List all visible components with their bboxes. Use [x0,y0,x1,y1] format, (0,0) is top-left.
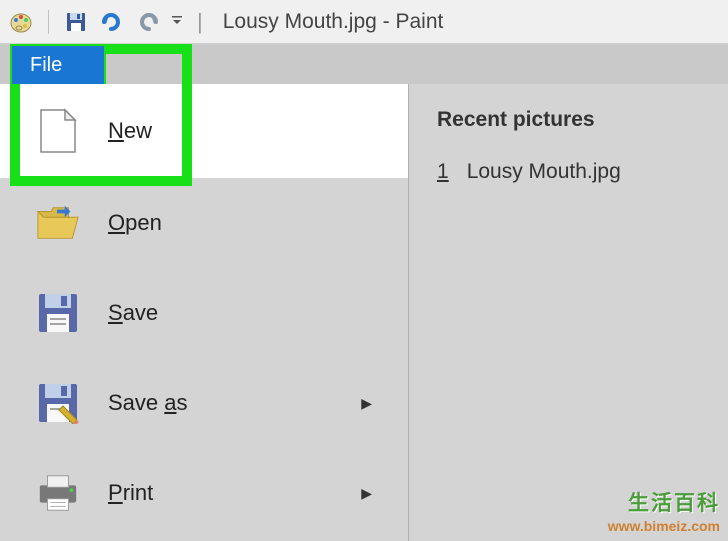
menu-item-saveas[interactable]: Save as ▶ [0,358,408,448]
undo-icon[interactable] [99,9,125,35]
recent-pictures-panel: Recent pictures 1 Lousy Mouth.jpg [408,84,728,541]
watermark-cn: 生活百科 [608,490,720,517]
menu-item-new-label: New [108,118,152,144]
save-icon[interactable] [63,9,89,35]
recent-pictures-title: Recent pictures [437,108,700,132]
menu-item-save[interactable]: Save [0,268,408,358]
file-menu: New Open [0,84,728,541]
open-folder-icon [36,201,80,245]
recent-item-name: Lousy Mouth.jpg [467,160,621,184]
submenu-arrow-icon: ▶ [361,395,372,412]
qat-dropdown-icon[interactable] [171,14,183,29]
menu-item-open[interactable]: Open [0,178,408,268]
menu-item-print[interactable]: Print ▶ [0,448,408,538]
submenu-arrow-icon: ▶ [361,485,372,502]
print-icon [36,471,80,515]
file-menu-items: New Open [0,84,408,541]
separator [48,10,49,34]
menu-item-saveas-label: Save as [108,390,188,416]
file-tab-label: File [30,54,62,77]
titlebar: | Lousy Mouth.jpg - Paint [0,0,728,44]
watermark: 生活百科 www.bimeiz.com [608,490,720,535]
recent-item-number: 1 [437,160,449,184]
app-icon [8,9,34,35]
redo-icon[interactable] [135,9,161,35]
menu-item-open-label: Open [108,210,162,236]
menu-item-save-label: Save [108,300,158,326]
title-divider: | [197,9,203,35]
file-tab[interactable]: File [10,44,106,84]
window-title: Lousy Mouth.jpg - Paint [223,10,444,34]
watermark-url: www.bimeiz.com [608,517,720,535]
saveas-disk-icon [36,381,80,425]
recent-picture-item[interactable]: 1 Lousy Mouth.jpg [437,160,700,184]
save-disk-icon [36,291,80,335]
menu-item-print-label: Print [108,480,153,506]
new-file-icon [36,109,80,153]
menu-item-new[interactable]: New [0,84,408,178]
